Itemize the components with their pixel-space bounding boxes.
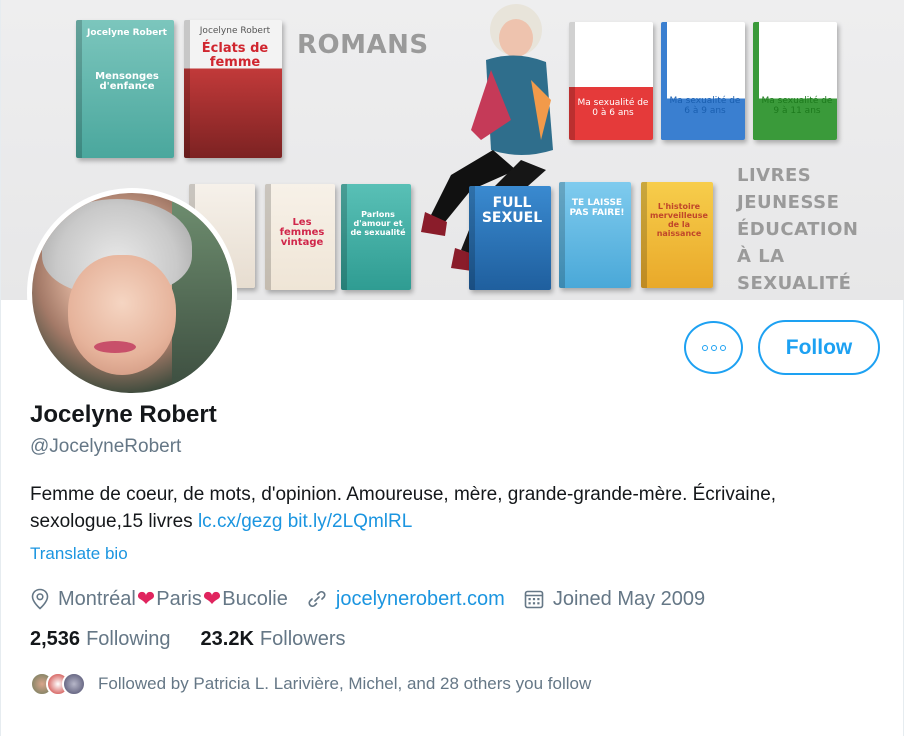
book-cover-parlons: Parlons d'amour et de sexualité — [341, 184, 411, 290]
following-label: Following — [86, 628, 171, 650]
joined-date: Joined May 2009 — [523, 588, 705, 611]
profile-handle: @JocelyneRobert — [30, 436, 182, 457]
bio-link-lc[interactable]: lc.cx/gezg — [198, 511, 282, 532]
website: jocelynerobert.com — [306, 588, 505, 611]
book-cover-te-laisse: TE LAISSE PAS FAIRE! — [559, 182, 631, 288]
profile-bio: Femme de coeur, de mots, d'opinion. Amou… — [30, 481, 890, 535]
profile-container: Jocelyne Robert Mensonges d'enfance Joce… — [0, 0, 904, 736]
joined-text: Joined May 2009 — [552, 587, 706, 610]
more-horizontal-icon — [701, 344, 726, 351]
followers-count: 23.2K — [200, 628, 254, 650]
book-cover-full-sexuel: FULL SEXUEL — [469, 186, 551, 290]
book-cover-sexualite-6-9: Ma sexualité de 6 à 9 ans — [661, 22, 745, 140]
location: Montréal ❤ Paris ❤ Bucolie — [30, 586, 288, 612]
more-options-button[interactable] — [684, 321, 743, 374]
follow-button[interactable]: Follow — [758, 320, 880, 375]
following-stat[interactable]: 2,536 Following — [30, 628, 171, 651]
following-count: 2,536 — [30, 628, 81, 650]
link-icon — [308, 590, 326, 608]
profile-meta: Montréal ❤ Paris ❤ Bucolie jocelynerober… — [30, 584, 723, 614]
heart-icon: ❤ — [202, 586, 222, 611]
profile-avatar[interactable] — [27, 188, 237, 398]
followed-by[interactable]: Followed by Patricia L. Larivière, Miche… — [30, 672, 591, 696]
calendar-icon — [524, 590, 544, 609]
location-part-3: Bucolie — [222, 587, 288, 610]
location-part-2: Paris — [156, 587, 202, 610]
profile-stats: 2,536 Following 23.2K Followers — [30, 628, 376, 651]
book-cover-mensonges: Jocelyne Robert Mensonges d'enfance — [76, 20, 174, 158]
book-cover-sexualite-0-6: Ma sexualité de 0 à 6 ans — [569, 22, 653, 140]
banner-romans-label: ROMANS — [297, 30, 429, 60]
book-cover-sexualite-9-11: Ma sexualité de 9 à 11 ans — [753, 22, 837, 140]
followers-label: Followers — [259, 628, 346, 650]
banner-jeunesse-label: LIVRES JEUNESSE ÉDUCATION À LA SEXUALITÉ — [737, 165, 859, 294]
translate-bio-link[interactable]: Translate bio — [30, 544, 128, 564]
location-pin-icon — [31, 588, 49, 610]
book-cover-vintage: Les femmes vintage — [265, 184, 335, 290]
book-cover-eclats: Jocelyne Robert Éclats de femme — [184, 20, 282, 158]
heart-icon: ❤ — [136, 586, 156, 611]
bio-link-bitly[interactable]: bit.ly/2LQmlRL — [288, 511, 413, 532]
book-cover-histoire-naissance: L'histoire merveilleuse de la naissance — [641, 182, 713, 288]
follower-avatar — [62, 672, 86, 696]
followers-stat[interactable]: 23.2K Followers — [201, 628, 346, 651]
profile-name: Jocelyne Robert — [30, 401, 217, 428]
followed-by-text[interactable]: Followed by Patricia L. Larivière, Miche… — [98, 674, 591, 694]
website-link[interactable]: jocelynerobert.com — [336, 588, 505, 611]
location-part-1: Montréal — [58, 587, 136, 610]
